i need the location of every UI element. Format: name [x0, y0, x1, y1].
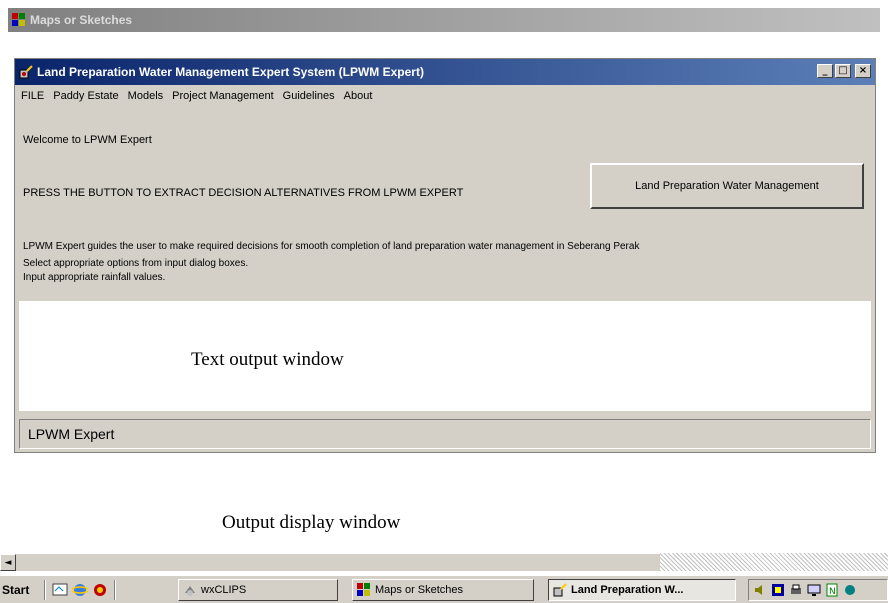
- press-instruction-text: PRESS THE BUTTON TO EXTRACT DECISION ALT…: [23, 187, 464, 199]
- show-desktop-icon[interactable]: [52, 582, 68, 598]
- taskbar: Start wxCLIPS Maps or Sketches Land Prep…: [0, 575, 888, 603]
- outer-window-titlebar[interactable]: Maps or Sketches: [8, 8, 880, 32]
- maps-app-icon: [12, 13, 26, 27]
- land-preparation-water-management-button[interactable]: Land Preparation Water Management: [590, 163, 864, 209]
- outer-window-title: Maps or Sketches: [30, 13, 133, 27]
- svg-text:N: N: [829, 587, 836, 597]
- task-maps-or-sketches[interactable]: Maps or Sketches: [352, 579, 534, 601]
- lpwm-app-icon: [553, 583, 567, 597]
- printer-icon[interactable]: [789, 583, 803, 597]
- monitor-icon[interactable]: [807, 583, 821, 597]
- scroll-left-icon[interactable]: ◄: [0, 554, 16, 571]
- task-wxclips[interactable]: wxCLIPS: [178, 579, 338, 601]
- internet-explorer-icon[interactable]: [71, 582, 89, 598]
- menu-models[interactable]: Models: [128, 90, 163, 102]
- status-text: LPWM Expert: [28, 426, 115, 442]
- minimize-button[interactable]: _: [817, 64, 833, 78]
- tray-extra-icon[interactable]: [843, 583, 857, 597]
- lpwm-window-title: Land Preparation Water Management Expert…: [37, 65, 424, 79]
- instruction-rainfall: Input appropriate rainfall values.: [23, 272, 166, 283]
- menu-bar: FILE Paddy Estate Models Project Managem…: [15, 85, 875, 107]
- menu-paddy-estate[interactable]: Paddy Estate: [53, 90, 118, 102]
- welcome-text: Welcome to LPWM Expert: [23, 134, 152, 146]
- text-output-label: Text output window: [191, 349, 344, 370]
- close-button[interactable]: ×: [855, 64, 871, 78]
- menu-project-management[interactable]: Project Management: [172, 90, 274, 102]
- task-label: Maps or Sketches: [375, 584, 464, 596]
- lpwm-app-icon: [19, 65, 33, 79]
- maximize-button[interactable]: □: [835, 64, 851, 78]
- output-display-label: Output display window: [222, 512, 401, 533]
- menu-file[interactable]: FILE: [21, 90, 44, 102]
- network-icon[interactable]: [771, 583, 785, 597]
- menu-about[interactable]: About: [344, 90, 373, 102]
- start-button[interactable]: Start: [0, 579, 42, 601]
- system-tray: N: [748, 579, 888, 601]
- menu-guidelines[interactable]: Guidelines: [283, 90, 335, 102]
- description-text: LPWM Expert guides the user to make requ…: [23, 241, 640, 252]
- status-bar: LPWM Expert: [19, 419, 871, 449]
- taskbar-separator: [44, 580, 46, 600]
- task-label: Land Preparation W...: [571, 584, 684, 596]
- instruction-options: Select appropriate options from input di…: [23, 258, 249, 269]
- task-label: wxCLIPS: [201, 584, 247, 596]
- channels-icon[interactable]: [92, 582, 108, 598]
- task-land-preparation[interactable]: Land Preparation W...: [548, 579, 736, 601]
- text-output-window[interactable]: Text output window: [19, 301, 871, 411]
- lpwm-expert-window: Land Preparation Water Management Expert…: [14, 58, 876, 453]
- horizontal-scrollbar[interactable]: ◄: [0, 553, 660, 571]
- antivirus-icon[interactable]: N: [825, 583, 839, 597]
- volume-icon[interactable]: [753, 583, 767, 597]
- maps-app-icon: [357, 583, 371, 597]
- scrollbar-track[interactable]: [660, 553, 888, 571]
- lpwm-window-titlebar[interactable]: Land Preparation Water Management Expert…: [15, 59, 875, 85]
- taskbar-separator: [114, 580, 116, 600]
- wxclips-icon: [183, 583, 197, 597]
